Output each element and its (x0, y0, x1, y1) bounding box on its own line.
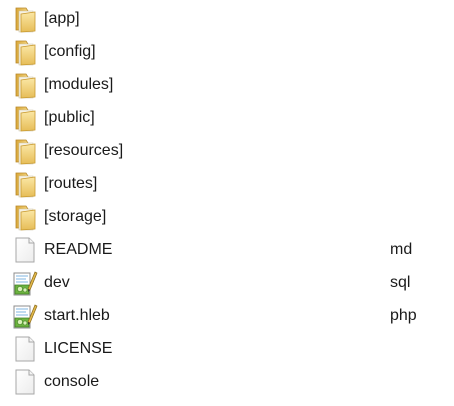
file-row[interactable]: [storage] (0, 201, 454, 234)
file-row[interactable]: [routes] (0, 168, 454, 201)
folder-icon (12, 38, 38, 66)
file-name: [app] (44, 10, 80, 27)
file-extension: md (390, 241, 413, 258)
folder-icon (12, 137, 38, 165)
file-name: dev (44, 274, 70, 291)
file-name: LICENSE (44, 340, 113, 357)
file-row[interactable]: README md (0, 234, 454, 267)
file-icon (12, 335, 38, 363)
file-name: [routes] (44, 175, 98, 192)
file-row[interactable]: console (0, 366, 454, 399)
file-row[interactable]: [resources] (0, 135, 454, 168)
editor-file-icon (12, 302, 38, 330)
file-row[interactable]: dev sql (0, 267, 454, 300)
file-row[interactable]: [public] (0, 102, 454, 135)
folder-icon (12, 170, 38, 198)
file-name: [resources] (44, 142, 124, 159)
file-name: [public] (44, 109, 95, 126)
file-extension: php (390, 307, 417, 324)
file-name: [config] (44, 43, 96, 60)
folder-icon (12, 71, 38, 99)
file-icon (12, 368, 38, 396)
file-name: start.hleb (44, 307, 110, 324)
file-name: [modules] (44, 76, 114, 93)
file-name: console (44, 373, 100, 390)
file-row[interactable]: [app] (0, 3, 454, 36)
file-row[interactable]: [config] (0, 36, 454, 69)
folder-icon (12, 203, 38, 231)
file-row[interactable]: LICENSE (0, 333, 454, 366)
file-name: [storage] (44, 208, 107, 225)
folder-icon (12, 5, 38, 33)
file-row[interactable]: start.hleb php (0, 300, 454, 333)
file-extension: sql (390, 274, 411, 291)
editor-file-icon (12, 269, 38, 297)
file-icon (12, 236, 38, 264)
file-list: [app] [config] [modules] [public] [resources… (0, 3, 454, 399)
file-row[interactable]: [modules] (0, 69, 454, 102)
folder-icon (12, 104, 38, 132)
file-name: README (44, 241, 113, 258)
